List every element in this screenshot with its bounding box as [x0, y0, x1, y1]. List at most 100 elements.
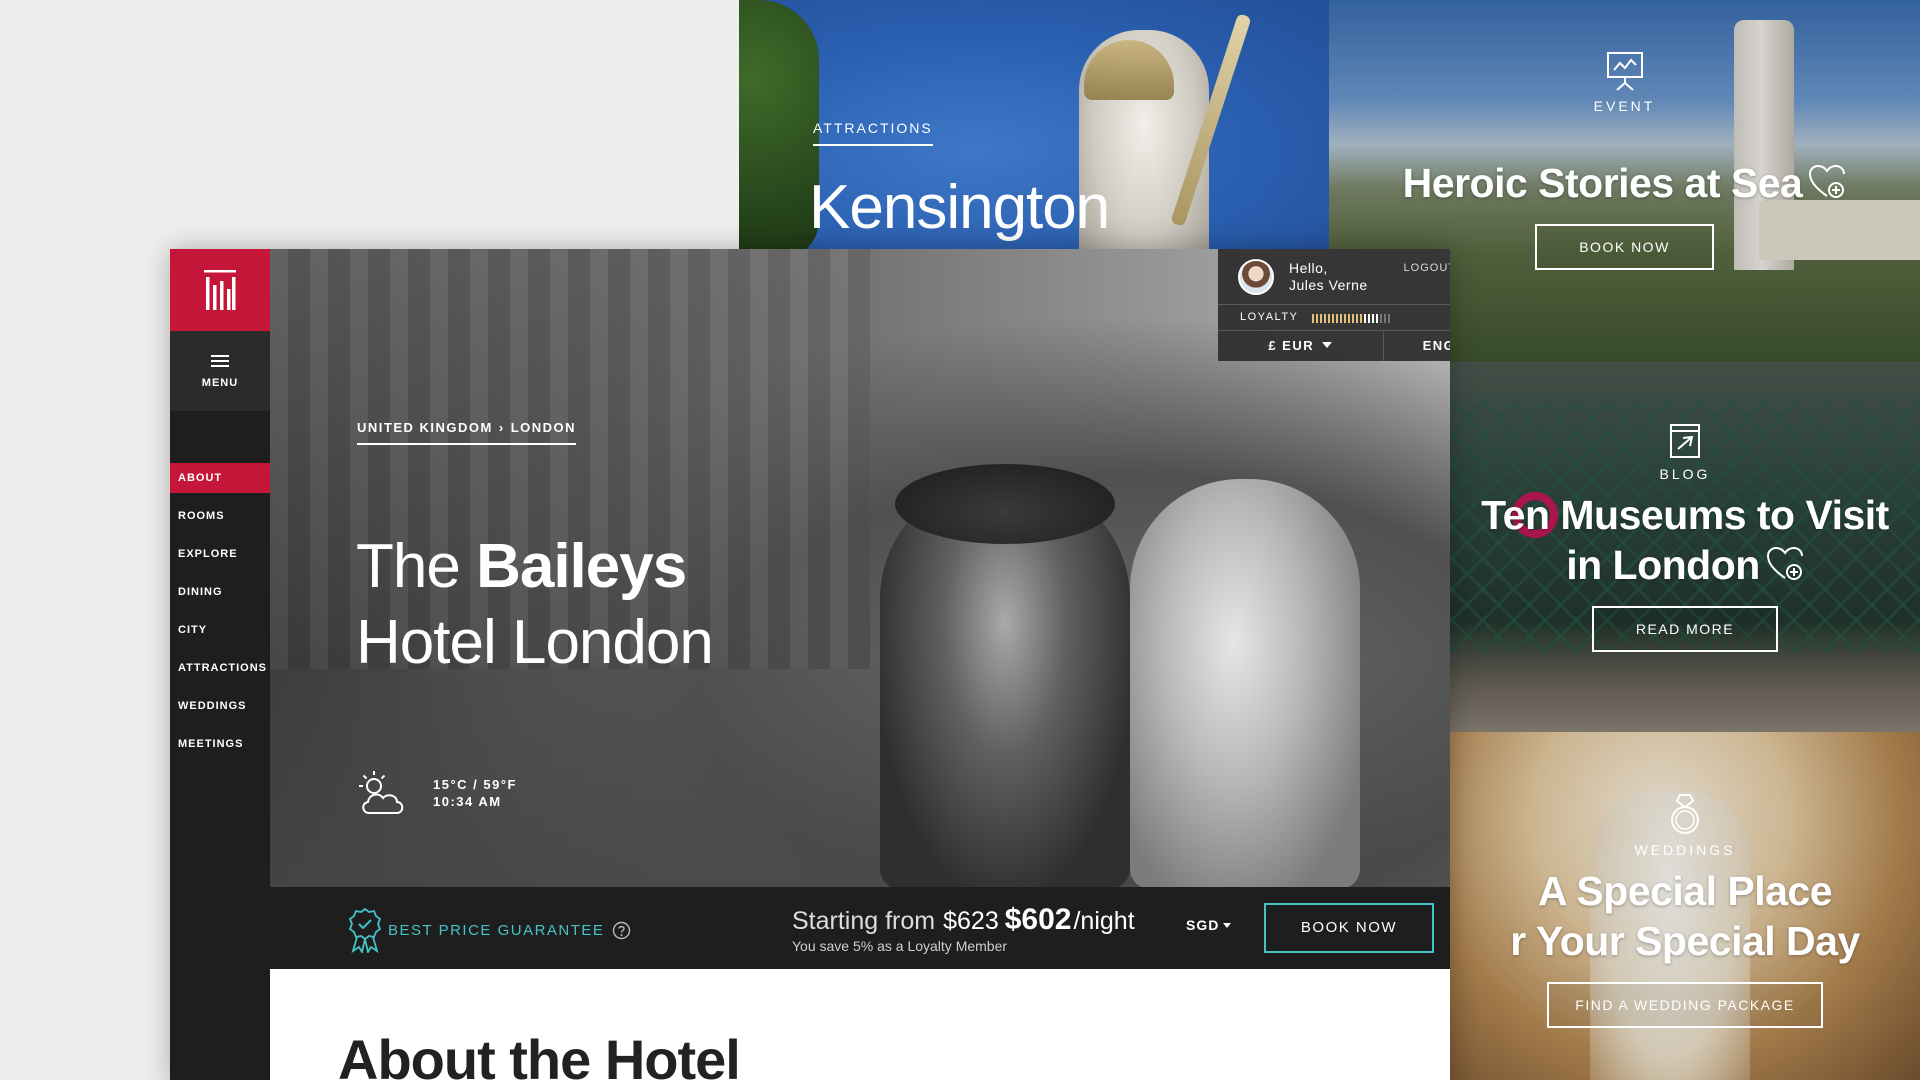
loyalty-tick	[1380, 314, 1382, 323]
temperature: 15°C / 59°F	[433, 777, 517, 792]
caret-down-icon	[1223, 923, 1232, 928]
best-price-guarantee-label: BEST PRICE GUARANTEE	[388, 921, 605, 939]
tile-title-weddings-line1[interactable]: A Special Place	[1538, 868, 1833, 914]
breadcrumb: UNITED KINGDOM › LONDON	[357, 420, 577, 445]
menu-label: MENU	[201, 377, 239, 389]
tile-category-event: EVENT	[1593, 98, 1656, 114]
hero-hat	[895, 464, 1115, 544]
tile-category-attractions[interactable]: ATTRACTIONS	[813, 120, 933, 146]
event-content: EVENT Heroic Stories at Sea BOOK NOW	[1329, 50, 1920, 270]
hero-section: UNITED KINGDOM › LONDON The Baileys Hotel …	[270, 249, 1450, 887]
currency-value: £ EUR	[1268, 338, 1315, 353]
breadcrumb-country[interactable]: UNITED KINGDOM	[357, 420, 493, 435]
weddings-content: WEDDINGS A Special Place r Your Special …	[1450, 792, 1920, 1028]
sidebar-item-explore[interactable]: EXPLORE	[170, 539, 270, 569]
weather-widget: 15°C / 59°F 10:34 AM	[357, 769, 517, 817]
weather-info: 15°C / 59°F 10:34 AM	[433, 776, 517, 810]
locale-selectors: £ EUR ENGLISH	[1218, 330, 1450, 361]
original-price: $623	[943, 907, 999, 935]
loyalty-tick	[1376, 314, 1378, 323]
tile-title-kensington[interactable]: Kensington	[809, 172, 1110, 243]
loyalty-tick	[1372, 314, 1374, 323]
logo-bars-icon	[204, 270, 236, 310]
sidebar-item-meetings[interactable]: MEETINGS	[170, 729, 270, 759]
caret-down-icon	[1322, 342, 1333, 348]
sidebar-item-city[interactable]: CITY	[170, 615, 270, 645]
tile-title-blog[interactable]: Ten Museums to Visit in London	[1450, 490, 1920, 590]
event-book-now-button[interactable]: BOOK NOW	[1535, 224, 1714, 270]
loyalty-tick	[1352, 314, 1354, 323]
breadcrumb-separator: ›	[498, 420, 505, 435]
breadcrumb-city[interactable]: LONDON	[511, 420, 576, 435]
user-panel: Hello, Jules Verne LOGOUT LOYALTY	[1218, 249, 1450, 361]
loyalty-tick	[1320, 314, 1322, 323]
loyalty-tick	[1324, 314, 1326, 323]
tile-title-weddings[interactable]: A Special Place r Your Special Day	[1450, 866, 1920, 966]
loyalty-tick	[1316, 314, 1318, 323]
sidebar-item-rooms[interactable]: ROOMS	[170, 501, 270, 531]
award-ribbon-icon	[348, 907, 382, 953]
tile-category-blog: BLOG	[1659, 466, 1711, 482]
loyalty-tick	[1312, 314, 1314, 323]
find-wedding-package-button[interactable]: FIND A WEDDING PACKAGE	[1547, 982, 1823, 1028]
help-icon[interactable]	[612, 921, 631, 940]
loyalty-savings-note: You save 5% as a Loyalty Member	[792, 938, 1008, 954]
hotel-title: The Baileys Hotel London	[356, 529, 714, 681]
currency-selector[interactable]: £ EUR	[1218, 331, 1383, 361]
hotel-logo[interactable]	[170, 249, 270, 331]
sidebar-item-dining[interactable]: DINING	[170, 577, 270, 607]
tile-title-event-text[interactable]: Heroic Stories at Sea	[1403, 160, 1803, 206]
tile-title-weddings-line2[interactable]: r Your Special Day	[1510, 918, 1860, 964]
blog-read-more-button[interactable]: READ MORE	[1591, 606, 1779, 652]
menu-toggle-button[interactable]: MENU	[170, 331, 270, 411]
book-now-button[interactable]: BOOK NOW	[1264, 903, 1434, 953]
kensington-tile[interactable]: ATTRACTIONS Kensington	[739, 0, 1329, 250]
local-time: 10:34 AM	[433, 794, 502, 809]
tree-image	[739, 0, 819, 250]
per-night-label: /night	[1073, 907, 1135, 935]
loyalty-tick	[1364, 314, 1366, 323]
tile-title-blog-line1[interactable]: Ten Museums to Visit	[1481, 492, 1889, 538]
heart-add-icon[interactable]	[1766, 545, 1804, 583]
loyalty-tick	[1356, 314, 1358, 323]
logout-link[interactable]: LOGOUT	[1404, 262, 1450, 274]
hero-person-blonde	[1130, 479, 1360, 887]
ring-icon	[1671, 794, 1699, 834]
loyalty-label: LOYALTY	[1240, 311, 1299, 323]
hotel-title-line2: Hotel London	[356, 608, 714, 677]
hamburger-icon	[211, 355, 229, 367]
loyalty-progress-bar	[1312, 314, 1408, 323]
weddings-tile[interactable]: WEDDINGS A Special Place r Your Special …	[1450, 732, 1920, 1080]
loyalty-tick	[1336, 314, 1338, 323]
sidebar: MENU ABOUT ROOMS EXPLORE DINING CITY ATT…	[170, 249, 270, 1080]
loyalty-tick	[1388, 314, 1390, 323]
avatar[interactable]	[1238, 259, 1274, 295]
blog-content: BLOG Ten Museums to Visit in London READ…	[1450, 422, 1920, 652]
loyalty-meter[interactable]: LOYALTY	[1218, 306, 1450, 330]
sidebar-item-attractions[interactable]: ATTRACTIONS	[170, 653, 270, 683]
user-greeting: Hello, Jules Verne	[1289, 260, 1368, 294]
loyalty-tick	[1340, 314, 1342, 323]
sidebar-item-weddings[interactable]: WEDDINGS	[170, 691, 270, 721]
language-value: ENGLISH	[1422, 338, 1450, 353]
blog-tile[interactable]: BLOG Ten Museums to Visit in London READ…	[1450, 362, 1920, 732]
price-currency-selector[interactable]: SGD	[1186, 917, 1232, 933]
price-block: Starting from $623 $602/night You save 5% …	[792, 903, 1135, 954]
best-price-guarantee[interactable]: BEST PRICE GUARANTEE	[348, 907, 631, 953]
heart-add-icon[interactable]	[1808, 163, 1846, 201]
price-currency-value: SGD	[1186, 917, 1220, 933]
user-name[interactable]: Jules Verne	[1289, 277, 1368, 294]
tile-title-blog-line2[interactable]: in London	[1566, 542, 1760, 588]
loyalty-tick	[1360, 314, 1362, 323]
about-section-title: About the Hotel	[338, 1028, 741, 1080]
hotel-title-bold: Baileys	[476, 532, 687, 601]
starting-from-label: Starting from	[792, 907, 936, 935]
book-icon	[1670, 424, 1700, 458]
loyalty-tick	[1328, 314, 1330, 323]
language-selector[interactable]: ENGLISH	[1382, 331, 1450, 361]
tile-title-event[interactable]: Heroic Stories at Sea	[1329, 158, 1920, 208]
loyalty-tick	[1332, 314, 1334, 323]
loyalty-tick	[1384, 314, 1386, 323]
greeting-hello: Hello,	[1289, 260, 1328, 276]
sidebar-item-about[interactable]: ABOUT	[170, 463, 270, 493]
